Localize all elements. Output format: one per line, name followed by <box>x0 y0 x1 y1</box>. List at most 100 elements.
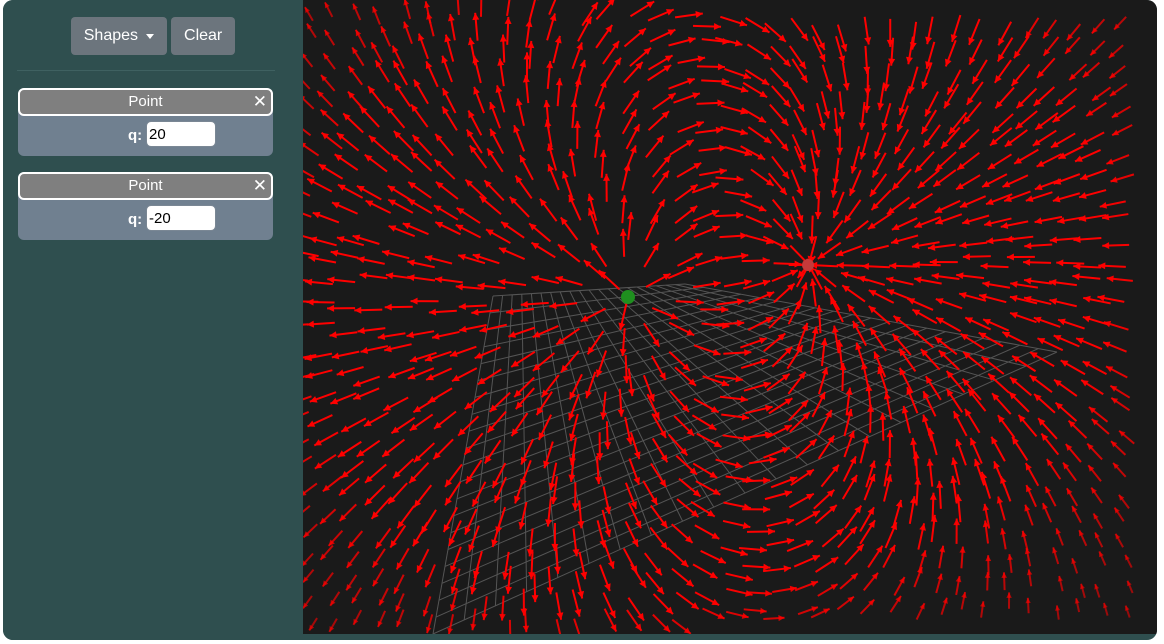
field-arrow <box>303 212 312 218</box>
field-arrow-head <box>984 572 991 578</box>
toolbar: Shapes Clear <box>3 17 303 55</box>
sidebar: Shapes Clear Point ✕ q: Point ✕ q: <box>3 0 303 640</box>
field-arrow-head <box>710 182 719 189</box>
field-arrow <box>303 505 311 513</box>
field-arrow-head <box>604 442 612 450</box>
field-arrow-head <box>1056 259 1064 267</box>
field-arrow <box>303 438 310 444</box>
field-arrow <box>303 128 312 137</box>
field-arrow-head <box>759 546 767 554</box>
field-arrow-head <box>330 249 339 257</box>
grid-line <box>432 351 1058 634</box>
field-arrow <box>303 251 319 258</box>
3d-viewport[interactable] <box>303 0 1157 634</box>
field-arrow-head <box>619 228 627 236</box>
shape-title: Point <box>128 177 163 194</box>
field-arrow-head <box>919 523 926 531</box>
field-arrow-head <box>423 1 431 9</box>
charge-row: q: <box>18 121 273 151</box>
field-arrow-head <box>721 379 730 387</box>
field-arrow-head <box>786 518 794 525</box>
field-arrow-head <box>410 297 418 305</box>
field-arrow-head <box>736 211 744 219</box>
field-arrow-head <box>1099 201 1108 209</box>
field-arrow-head <box>1071 558 1077 565</box>
field-arrow-head <box>886 430 894 438</box>
field-arrow <box>506 0 511 17</box>
field-arrow-head <box>527 40 535 49</box>
field-arrow-head <box>467 37 475 46</box>
field-arrow-head <box>306 298 314 306</box>
field-arrow-head <box>1083 295 1091 303</box>
field-arrow-head <box>767 528 776 536</box>
field-arrow-head <box>936 480 944 489</box>
field-arrow-head <box>447 13 455 22</box>
field-arrow-head <box>600 412 608 420</box>
field-arrow-head <box>830 190 838 198</box>
field-arrow-head <box>713 22 722 30</box>
field-arrow-head <box>962 253 970 261</box>
field-arrow-head <box>514 495 521 504</box>
field-arrow-head <box>580 571 588 580</box>
shapes-button-label: Shapes <box>83 27 139 44</box>
field-arrow-head <box>570 100 578 108</box>
field-arrow-head <box>1024 242 1032 250</box>
negative-charge-sphere[interactable] <box>802 259 814 271</box>
field-arrow-head <box>508 331 517 338</box>
field-arrow-head <box>499 613 506 621</box>
field-arrow-head <box>1073 235 1081 243</box>
field-arrow-head <box>471 308 479 316</box>
field-arrow-head <box>914 276 922 284</box>
field-arrow-head <box>863 66 871 74</box>
field-arrow-head <box>562 171 569 179</box>
field-arrow-head <box>357 256 365 264</box>
app-window: Shapes Clear Point ✕ q: Point ✕ q: <box>3 0 1157 640</box>
grid-line <box>665 284 995 381</box>
field-arrow-head <box>736 175 744 183</box>
shape-title: Point <box>128 93 163 110</box>
close-icon[interactable]: ✕ <box>253 174 267 198</box>
charge-label: q: <box>128 211 143 228</box>
field-arrow-head <box>721 306 729 314</box>
field-arrow-head <box>696 298 704 306</box>
shape-card: Point ✕ q: <box>18 88 273 156</box>
field-arrow-head <box>744 191 753 199</box>
charge-input[interactable] <box>146 205 216 231</box>
field-arrow-head <box>786 537 795 545</box>
field-arrow <box>303 411 310 416</box>
shapes-dropdown-button[interactable]: Shapes <box>70 17 168 55</box>
shape-card: Point ✕ q: <box>18 172 273 240</box>
charge-input[interactable] <box>146 121 216 147</box>
field-arrow <box>573 618 581 634</box>
field-arrow-head <box>765 590 772 597</box>
field-arrow-head <box>1006 592 1012 598</box>
field-arrow-head <box>889 262 897 270</box>
shape-header: Point ✕ <box>18 172 273 200</box>
field-arrow-head <box>555 78 563 86</box>
field-arrow-head <box>719 168 727 175</box>
field-arrow-head <box>472 12 480 21</box>
field-arrow-head <box>740 232 748 240</box>
field-arrow-head <box>886 276 894 284</box>
field-arrow-head <box>758 337 767 344</box>
field-arrow-head <box>531 275 540 282</box>
field-canvas[interactable] <box>303 0 1157 634</box>
field-arrow-head <box>546 61 554 69</box>
field-arrow-head <box>515 98 523 107</box>
field-arrow-head <box>546 587 554 595</box>
close-icon[interactable]: ✕ <box>253 90 267 114</box>
field-arrow <box>303 279 308 282</box>
field-arrow-head <box>697 55 706 63</box>
field-arrow-head <box>422 609 429 617</box>
field-arrow-head <box>595 369 603 377</box>
field-arrow-head <box>594 476 602 485</box>
field-arrow-head <box>428 308 437 316</box>
positive-charge-sphere[interactable] <box>621 290 635 304</box>
field-arrow-head <box>1025 597 1031 604</box>
field-arrow-head <box>617 409 625 417</box>
field-arrow-head <box>308 255 317 263</box>
field-arrow-head <box>1010 311 1018 319</box>
field-arrow <box>456 0 460 15</box>
field-arrow-head <box>522 625 530 633</box>
clear-button[interactable]: Clear <box>171 17 236 55</box>
